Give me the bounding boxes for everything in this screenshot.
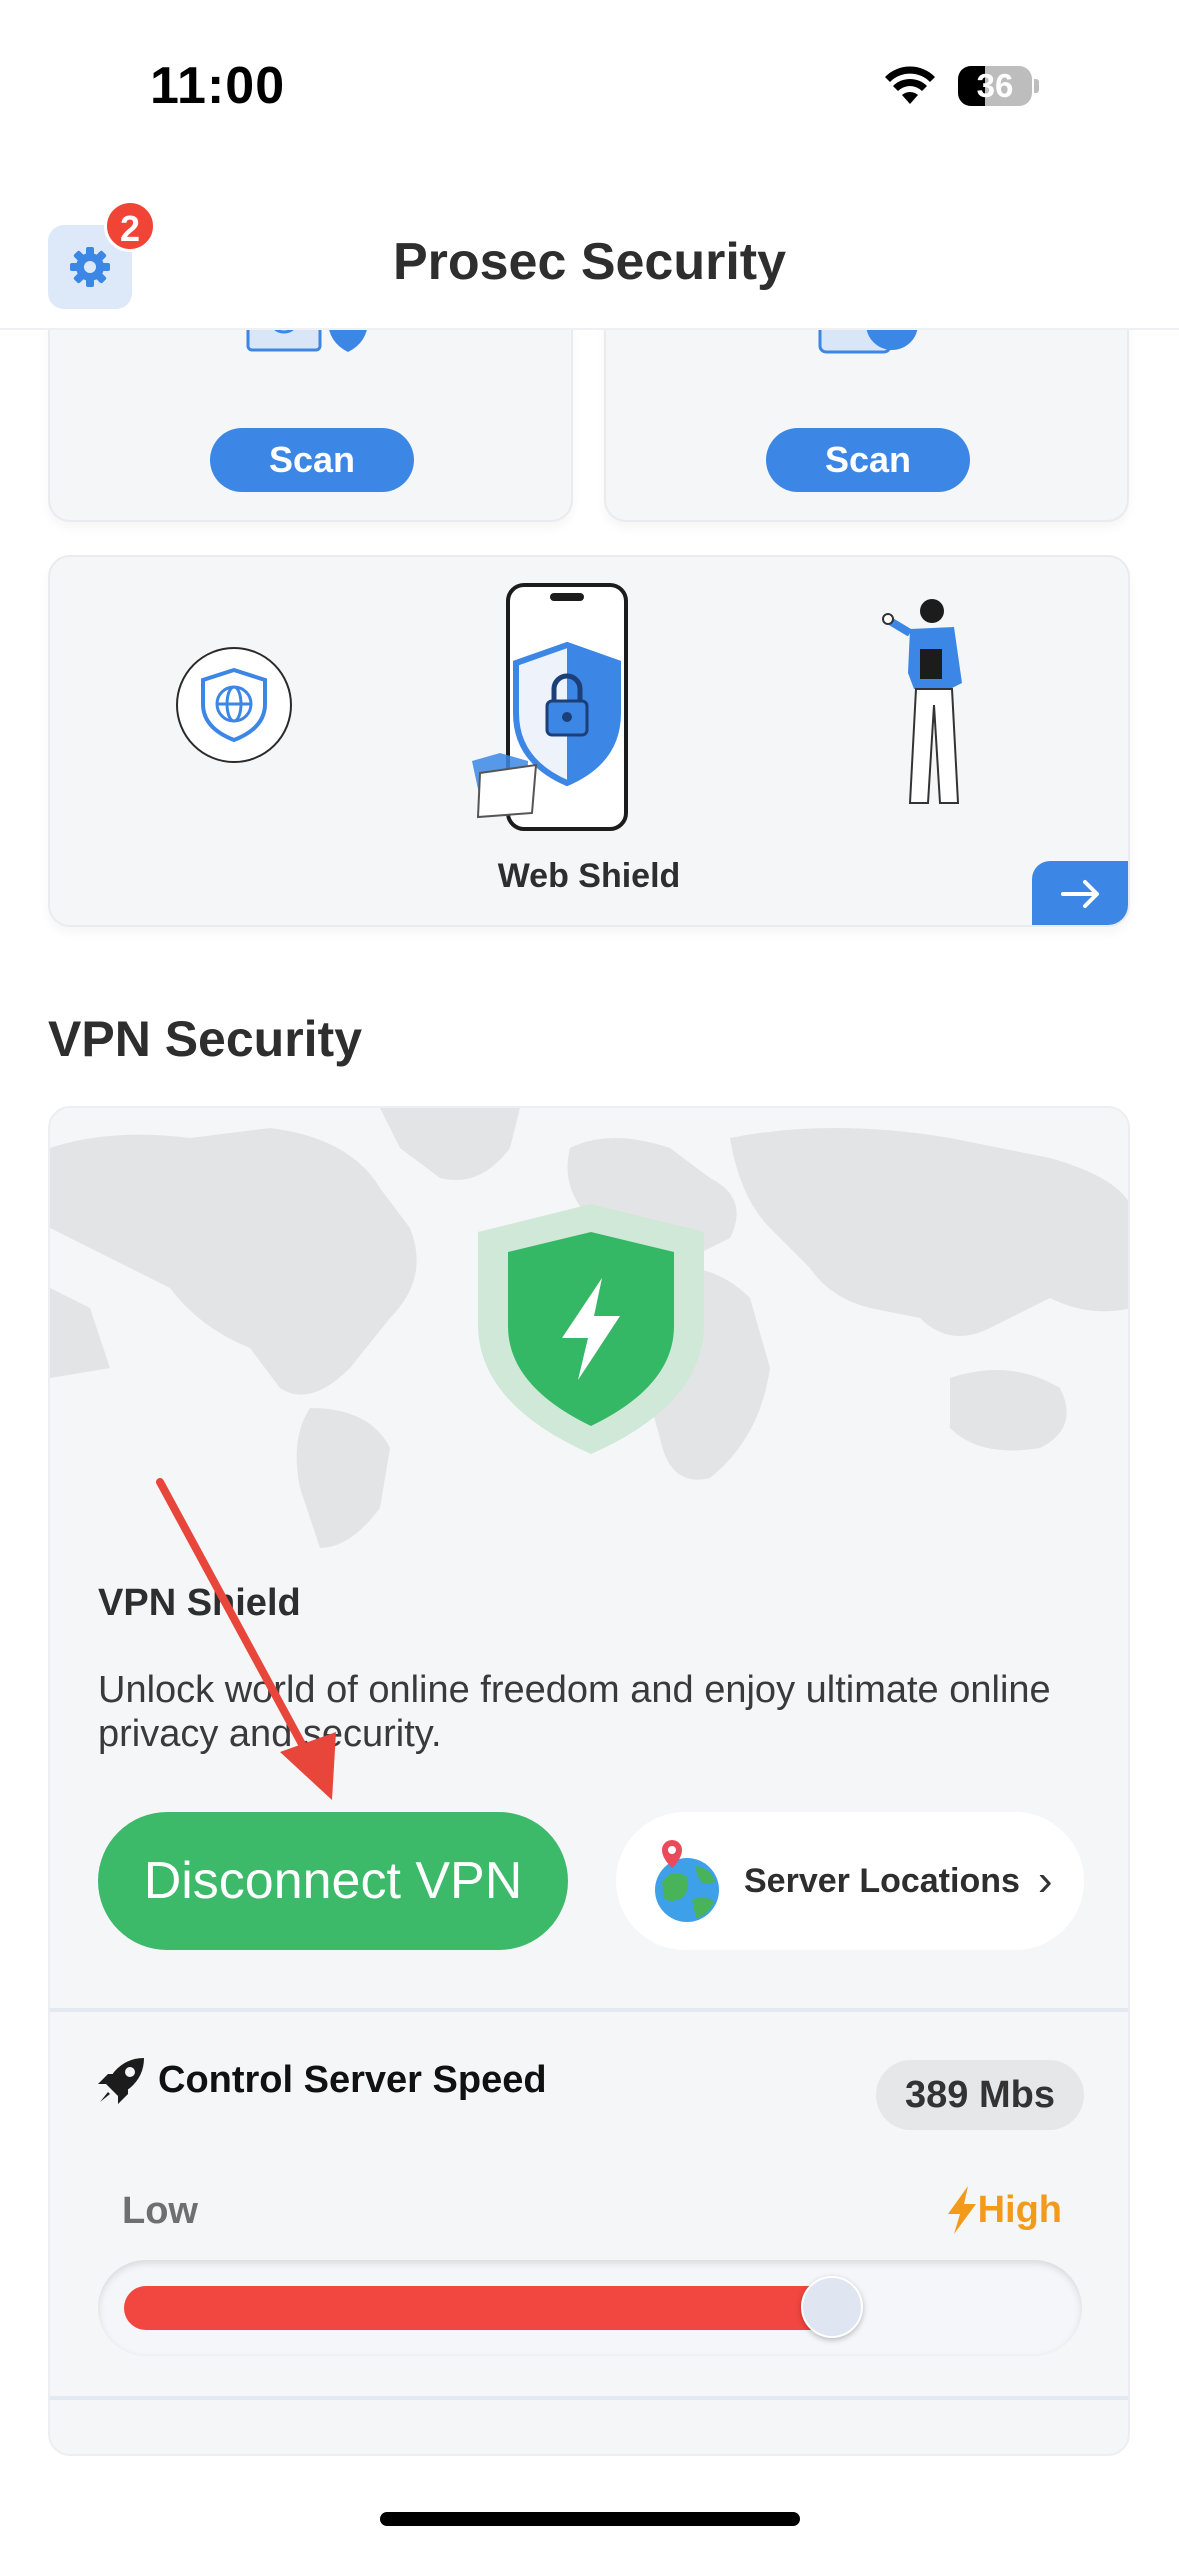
high-label: High (977, 2188, 1062, 2231)
lightning-shield-icon (478, 1204, 704, 1454)
speed-title: Control Server Speed (158, 2058, 547, 2101)
server-locations-label: Server Locations (744, 1861, 1020, 1900)
wifi-icon (885, 66, 935, 104)
status-bar: 11:00 36 (0, 0, 1179, 170)
phone-lock-icon (472, 583, 628, 831)
web-shield-title: Web Shield (497, 857, 681, 895)
red-annotation-arrow (156, 1478, 336, 1800)
battery-level: 36 (976, 67, 1014, 104)
speed-slider-thumb[interactable] (801, 2276, 863, 2338)
divider (50, 2396, 1128, 2400)
page-title: Prosec Security (392, 233, 787, 291)
status-time: 11:00 (150, 57, 286, 115)
speed-slider[interactable] (98, 2260, 1082, 2356)
arrow-right-icon (1061, 880, 1099, 908)
earth-pin-icon (655, 1840, 719, 1922)
globe-shield-icon (176, 647, 292, 763)
home-indicator (380, 2512, 800, 2526)
control-server-speed-heading: Control Server Speed (96, 2054, 547, 2106)
disconnect-vpn-button[interactable]: Disconnect VPN (98, 1812, 568, 1950)
high-label-group: High (946, 2186, 1062, 2234)
rocket-icon (98, 2058, 144, 2104)
lightning-icon (947, 2186, 976, 2234)
app-header: 2 Prosec Security (0, 200, 1179, 330)
chevron-right-icon: › (1037, 1856, 1053, 1905)
device-scan-card: Scan (48, 290, 573, 522)
scan-button[interactable]: Scan (210, 428, 414, 492)
section-title: VPN Security (48, 1011, 363, 1067)
person-illustration (882, 599, 962, 804)
battery-icon: 36 (958, 66, 1039, 106)
low-label: Low (122, 2190, 198, 2232)
web-shield-card[interactable]: Web Shield (48, 555, 1130, 927)
speed-value-badge: 389 Mbs (876, 2060, 1084, 2130)
divider (50, 2008, 1128, 2012)
speed-slider-fill (124, 2286, 832, 2330)
server-locations-button[interactable]: Server Locations › (616, 1812, 1084, 1950)
web-shield-open-button[interactable] (1032, 861, 1128, 925)
scan-button[interactable]: Scan (766, 428, 970, 492)
schedule-scan-card: Scan (604, 290, 1129, 522)
